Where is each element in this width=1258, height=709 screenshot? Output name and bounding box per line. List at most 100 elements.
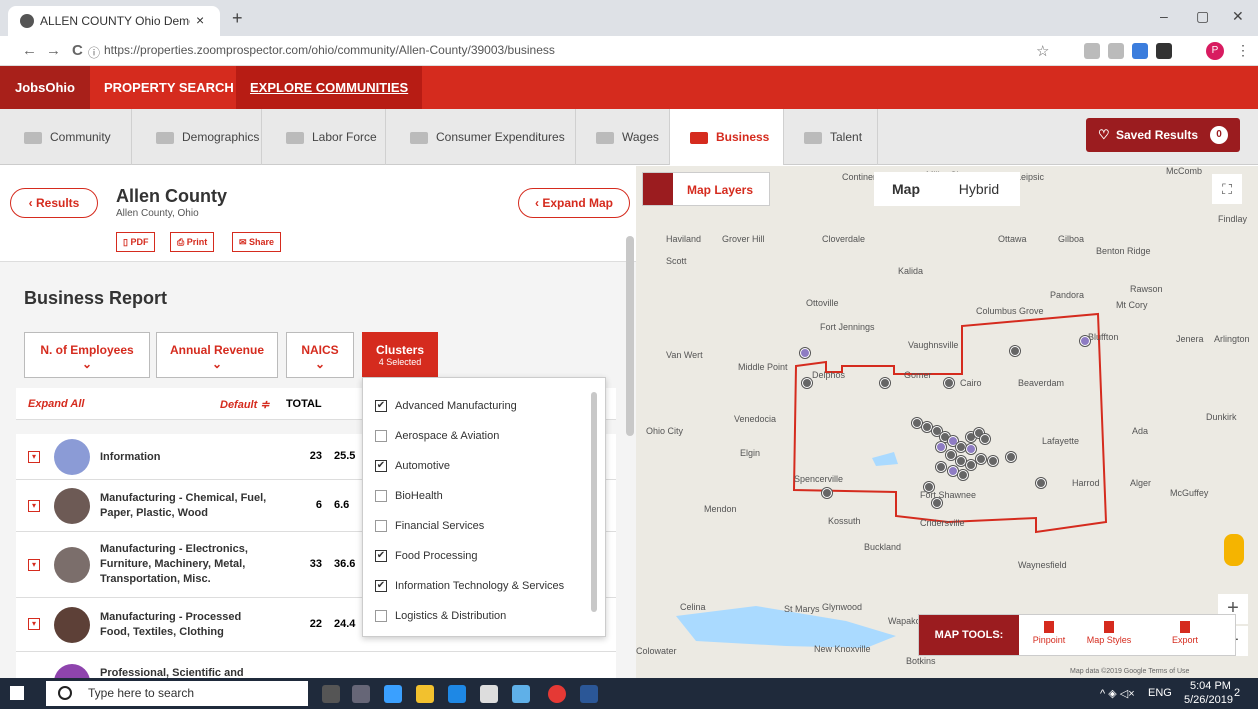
microphone-icon[interactable]	[322, 685, 340, 703]
business-pin[interactable]	[802, 378, 812, 388]
extension-icon[interactable]	[1108, 43, 1124, 59]
business-pin[interactable]	[1080, 336, 1090, 346]
business-pin[interactable]	[936, 442, 946, 452]
language-indicator[interactable]: ENG	[1148, 687, 1172, 699]
business-pin[interactable]	[956, 456, 966, 466]
tab-community[interactable]: Community	[0, 109, 132, 165]
reload-button[interactable]: C	[72, 42, 83, 59]
filter-employees[interactable]: N. of Employees ⌄	[24, 332, 150, 378]
map-type-map[interactable]: Map	[874, 172, 938, 206]
checkbox[interactable]	[375, 490, 387, 503]
dropdown-scrollbar[interactable]	[591, 392, 597, 612]
business-pin[interactable]	[922, 422, 932, 432]
cluster-option[interactable]: ✔ Food Processing	[375, 550, 478, 563]
word-icon[interactable]	[580, 685, 598, 703]
checkbox-checked[interactable]: ✔	[375, 580, 387, 593]
business-pin[interactable]	[880, 378, 890, 388]
checkbox-checked[interactable]: ✔	[375, 400, 387, 413]
business-pin[interactable]	[924, 482, 934, 492]
cluster-option[interactable]: ✔ Information Technology & Services	[375, 580, 564, 593]
business-pin[interactable]	[1036, 478, 1046, 488]
nav-property-search[interactable]: PROPERTY SEARCH	[104, 66, 234, 109]
clock-time[interactable]: 5:04 PM	[1190, 680, 1231, 692]
extension-icon[interactable]	[1156, 43, 1172, 59]
cluster-option[interactable]: BioHealth	[375, 490, 443, 503]
extension-icon[interactable]	[1084, 43, 1100, 59]
business-pin[interactable]	[936, 462, 946, 472]
business-pin[interactable]	[1006, 452, 1016, 462]
tab-talent[interactable]: Talent	[784, 109, 878, 165]
new-tab-button[interactable]: +	[232, 8, 243, 29]
tab-consumer-expenditures[interactable]: Consumer Expenditures	[386, 109, 576, 165]
windows-start-icon[interactable]	[10, 686, 24, 700]
business-pin[interactable]	[800, 348, 810, 358]
expand-row-icon[interactable]: ▾	[28, 618, 40, 630]
minimize-button[interactable]: –	[1160, 8, 1168, 24]
cluster-option[interactable]: Financial Services	[375, 520, 484, 533]
pinpoint-tool[interactable]: Pinpoint	[1019, 621, 1079, 645]
tray-icons[interactable]: ^ ◈ ◁×	[1100, 687, 1135, 700]
filter-clusters[interactable]: Clusters 4 Selected	[362, 332, 438, 378]
business-pin[interactable]	[932, 498, 942, 508]
business-pin[interactable]	[822, 488, 832, 498]
saved-results-button[interactable]: ♡ Saved Results 0	[1086, 118, 1240, 152]
task-view-icon[interactable]	[352, 685, 370, 703]
mail-icon[interactable]	[480, 685, 498, 703]
panel-scrollbar[interactable]	[626, 236, 634, 436]
filter-naics[interactable]: NAICS ⌄	[286, 332, 354, 378]
business-pin[interactable]	[946, 450, 956, 460]
jobsohio-logo[interactable]: JobsOhio	[0, 66, 90, 109]
map-type-hybrid[interactable]: Hybrid	[938, 172, 1020, 206]
export-tool[interactable]: Export	[1155, 621, 1215, 645]
tab-labor-force[interactable]: Labor Force	[262, 109, 386, 165]
share-button[interactable]: ✉ Share	[232, 232, 282, 252]
maximize-button[interactable]: ▢	[1196, 8, 1209, 25]
checkbox[interactable]	[375, 610, 387, 623]
fullscreen-icon[interactable]: ⛶	[1212, 174, 1242, 204]
clock-date[interactable]: 5/26/2019	[1184, 694, 1233, 706]
business-pin[interactable]	[976, 454, 986, 464]
taskbar-search[interactable]: Type here to search	[46, 681, 308, 706]
tab-close-icon[interactable]: ×	[196, 12, 204, 28]
expand-row-icon[interactable]: ▾	[28, 500, 40, 512]
chrome-icon[interactable]	[548, 685, 566, 703]
people-icon[interactable]	[384, 685, 402, 703]
tab-wages[interactable]: Wages	[576, 109, 670, 165]
info-icon[interactable]: ⓘ	[88, 44, 100, 61]
business-pin[interactable]	[948, 466, 958, 476]
cluster-option[interactable]: Aerospace & Aviation	[375, 430, 499, 443]
sort-default[interactable]: Default ≑	[220, 398, 270, 411]
table-row[interactable]: Professional, Scientific and	[16, 652, 616, 678]
cluster-option[interactable]: ✔ Advanced Manufacturing	[375, 400, 517, 413]
business-pin[interactable]	[966, 460, 976, 470]
cluster-option[interactable]: Logistics & Distribution	[375, 610, 506, 623]
expand-row-icon[interactable]: ▾	[28, 559, 40, 571]
expand-all-link[interactable]: Expand All	[28, 398, 84, 410]
back-button[interactable]: ←	[22, 42, 37, 59]
forward-button[interactable]: →	[46, 42, 61, 59]
checkbox[interactable]	[375, 430, 387, 443]
nav-explore-communities[interactable]: EXPLORE COMMUNITIES	[236, 66, 423, 109]
business-pin[interactable]	[944, 378, 954, 388]
checkbox-checked[interactable]: ✔	[375, 550, 387, 563]
business-pin[interactable]	[956, 442, 966, 452]
business-pin[interactable]	[1010, 346, 1020, 356]
url-field[interactable]: https://properties.zoomprospector.com/oh…	[104, 43, 555, 57]
pdf-button[interactable]: ▯ PDF	[116, 232, 156, 252]
business-pin[interactable]	[958, 470, 968, 480]
tab-business[interactable]: Business	[670, 109, 784, 165]
file-explorer-icon[interactable]	[416, 685, 434, 703]
business-pin[interactable]	[966, 444, 976, 454]
app-icon[interactable]	[512, 685, 530, 703]
results-button[interactable]: ‹ Results	[10, 188, 98, 218]
map-canvas[interactable]: OakwoodContinentalMiller CityLeipsicHavi…	[636, 166, 1258, 678]
browser-menu-icon[interactable]: ⋮	[1236, 42, 1250, 59]
filter-revenue[interactable]: Annual Revenue ⌄	[156, 332, 278, 378]
business-pin[interactable]	[988, 456, 998, 466]
edge-icon[interactable]	[448, 685, 466, 703]
cluster-option[interactable]: ✔ Automotive	[375, 460, 450, 473]
business-pin[interactable]	[980, 434, 990, 444]
bookmark-star-icon[interactable]: ☆	[1036, 42, 1049, 60]
close-window-button[interactable]: ✕	[1232, 8, 1244, 25]
browser-tab[interactable]: ALLEN COUNTY Ohio Demograp ×	[8, 6, 220, 36]
